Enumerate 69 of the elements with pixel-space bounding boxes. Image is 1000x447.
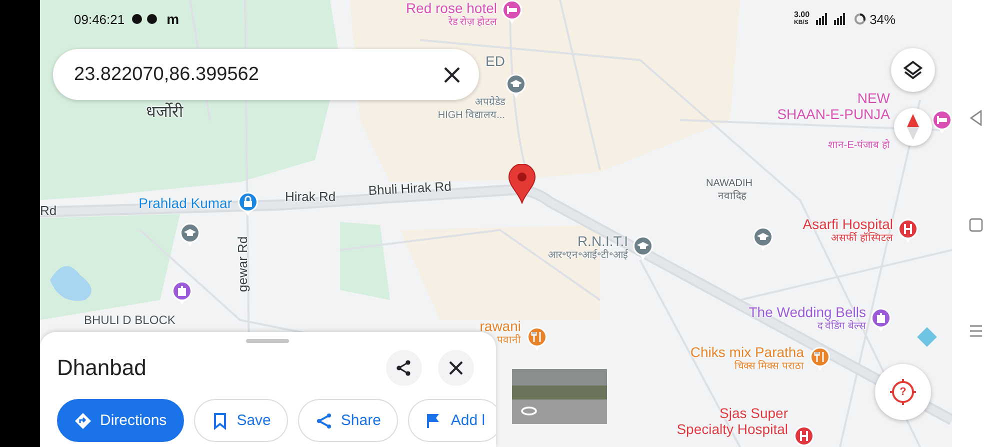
poi-label[interactable]: पवानी: [497, 334, 521, 347]
share-chip[interactable]: Share: [298, 399, 398, 442]
poi-label[interactable]: R.N.I.T.I: [577, 233, 628, 249]
share-button[interactable]: [386, 350, 422, 386]
building-marker-icon[interactable]: [171, 280, 193, 306]
mortarboard-marker-icon[interactable]: [179, 222, 201, 248]
street-view-thumbnail[interactable]: [512, 369, 607, 424]
poi-label[interactable]: Red rose hotel: [406, 0, 497, 16]
mortarboard-marker-icon[interactable]: [505, 73, 527, 99]
road-label: Bhuli Hirak Rd: [368, 180, 452, 198]
bed-marker-icon[interactable]: [501, 0, 523, 25]
close-button[interactable]: [438, 350, 474, 386]
poi-label[interactable]: रेड रोज़ होटल: [448, 16, 497, 29]
poi-label[interactable]: ED: [486, 53, 505, 69]
poi-label[interactable]: चिक्स मिक्स पराठा: [734, 360, 804, 373]
mortarboard-marker-icon[interactable]: [632, 235, 654, 261]
poi-label[interactable]: Asarfi Hospital: [802, 216, 893, 232]
diamond-arrow-icon: [74, 412, 92, 430]
compass-icon: [906, 113, 920, 141]
place-label: धर्जोरी: [146, 104, 183, 122]
target-icon: [888, 377, 918, 407]
road-label: Rd: [40, 204, 57, 218]
location-pin-icon: [508, 164, 536, 204]
mortarboard-marker-icon[interactable]: [752, 226, 774, 252]
battery-icon: [854, 13, 866, 25]
place-title: Dhanbad: [57, 355, 148, 381]
save-chip[interactable]: Save: [194, 399, 288, 442]
poi-label[interactable]: NEW: [857, 90, 890, 106]
poi-label[interactable]: Sjas Super: [720, 405, 788, 421]
fork-knife-marker-icon[interactable]: [809, 346, 831, 372]
search-field[interactable]: 23.822070,86.399562: [53, 49, 479, 100]
home-icon[interactable]: [969, 218, 983, 232]
poi-label[interactable]: SHAAN-E-PUNJA: [777, 106, 890, 122]
layers-icon: [902, 59, 924, 81]
poi-label[interactable]: HIGH विद्यालय...: [438, 109, 505, 122]
poi-label[interactable]: The Wedding Bells: [748, 304, 866, 320]
share-icon: [314, 412, 333, 430]
poi-label[interactable]: rawani: [480, 318, 521, 334]
poi-label[interactable]: Chiks mix Paratha: [690, 344, 804, 360]
directions-chip[interactable]: Directions: [57, 399, 184, 442]
label-chip[interactable]: Add l: [408, 399, 496, 442]
hospital-marker-icon[interactable]: [793, 425, 815, 447]
hospital-marker-icon[interactable]: [897, 218, 919, 244]
back-icon[interactable]: [969, 110, 983, 126]
road-label: Hirak Rd: [285, 190, 336, 204]
rotate-icon: [520, 406, 538, 416]
road-label: gewar Rd: [236, 236, 250, 292]
drag-handle[interactable]: [246, 339, 289, 343]
lock-marker-icon[interactable]: [237, 191, 259, 217]
place-label: नवादिह: [718, 191, 746, 202]
poi-label[interactable]: Specialty Hospital: [676, 421, 788, 437]
poi-label[interactable]: Prahlad Kumar: [138, 195, 232, 211]
pond: [50, 266, 92, 301]
app-notification-icon: m: [166, 11, 180, 27]
share-icon: [395, 359, 413, 377]
close-icon: [449, 361, 463, 375]
poi-label[interactable]: द वेडिंग बेल्स: [817, 320, 866, 333]
building-marker-icon[interactable]: [870, 307, 892, 333]
poi-label[interactable]: आर॰एन॰आई॰टी॰आई: [548, 249, 628, 262]
battery-level: 34%: [870, 12, 896, 26]
place-label: NAWADIH: [706, 178, 752, 189]
close-icon[interactable]: [443, 66, 461, 84]
fork-knife-marker-icon[interactable]: [526, 326, 548, 352]
menu-icon[interactable]: [969, 324, 983, 338]
poi-label[interactable]: असर्फी हॉस्पिटल: [831, 232, 893, 245]
bed-marker-icon[interactable]: [931, 109, 952, 135]
clock: 09:46:21: [74, 12, 125, 26]
poi-label[interactable]: शान-E-पंजाब हो: [828, 139, 890, 152]
place-label: BHULI D BLOCK: [84, 314, 176, 328]
